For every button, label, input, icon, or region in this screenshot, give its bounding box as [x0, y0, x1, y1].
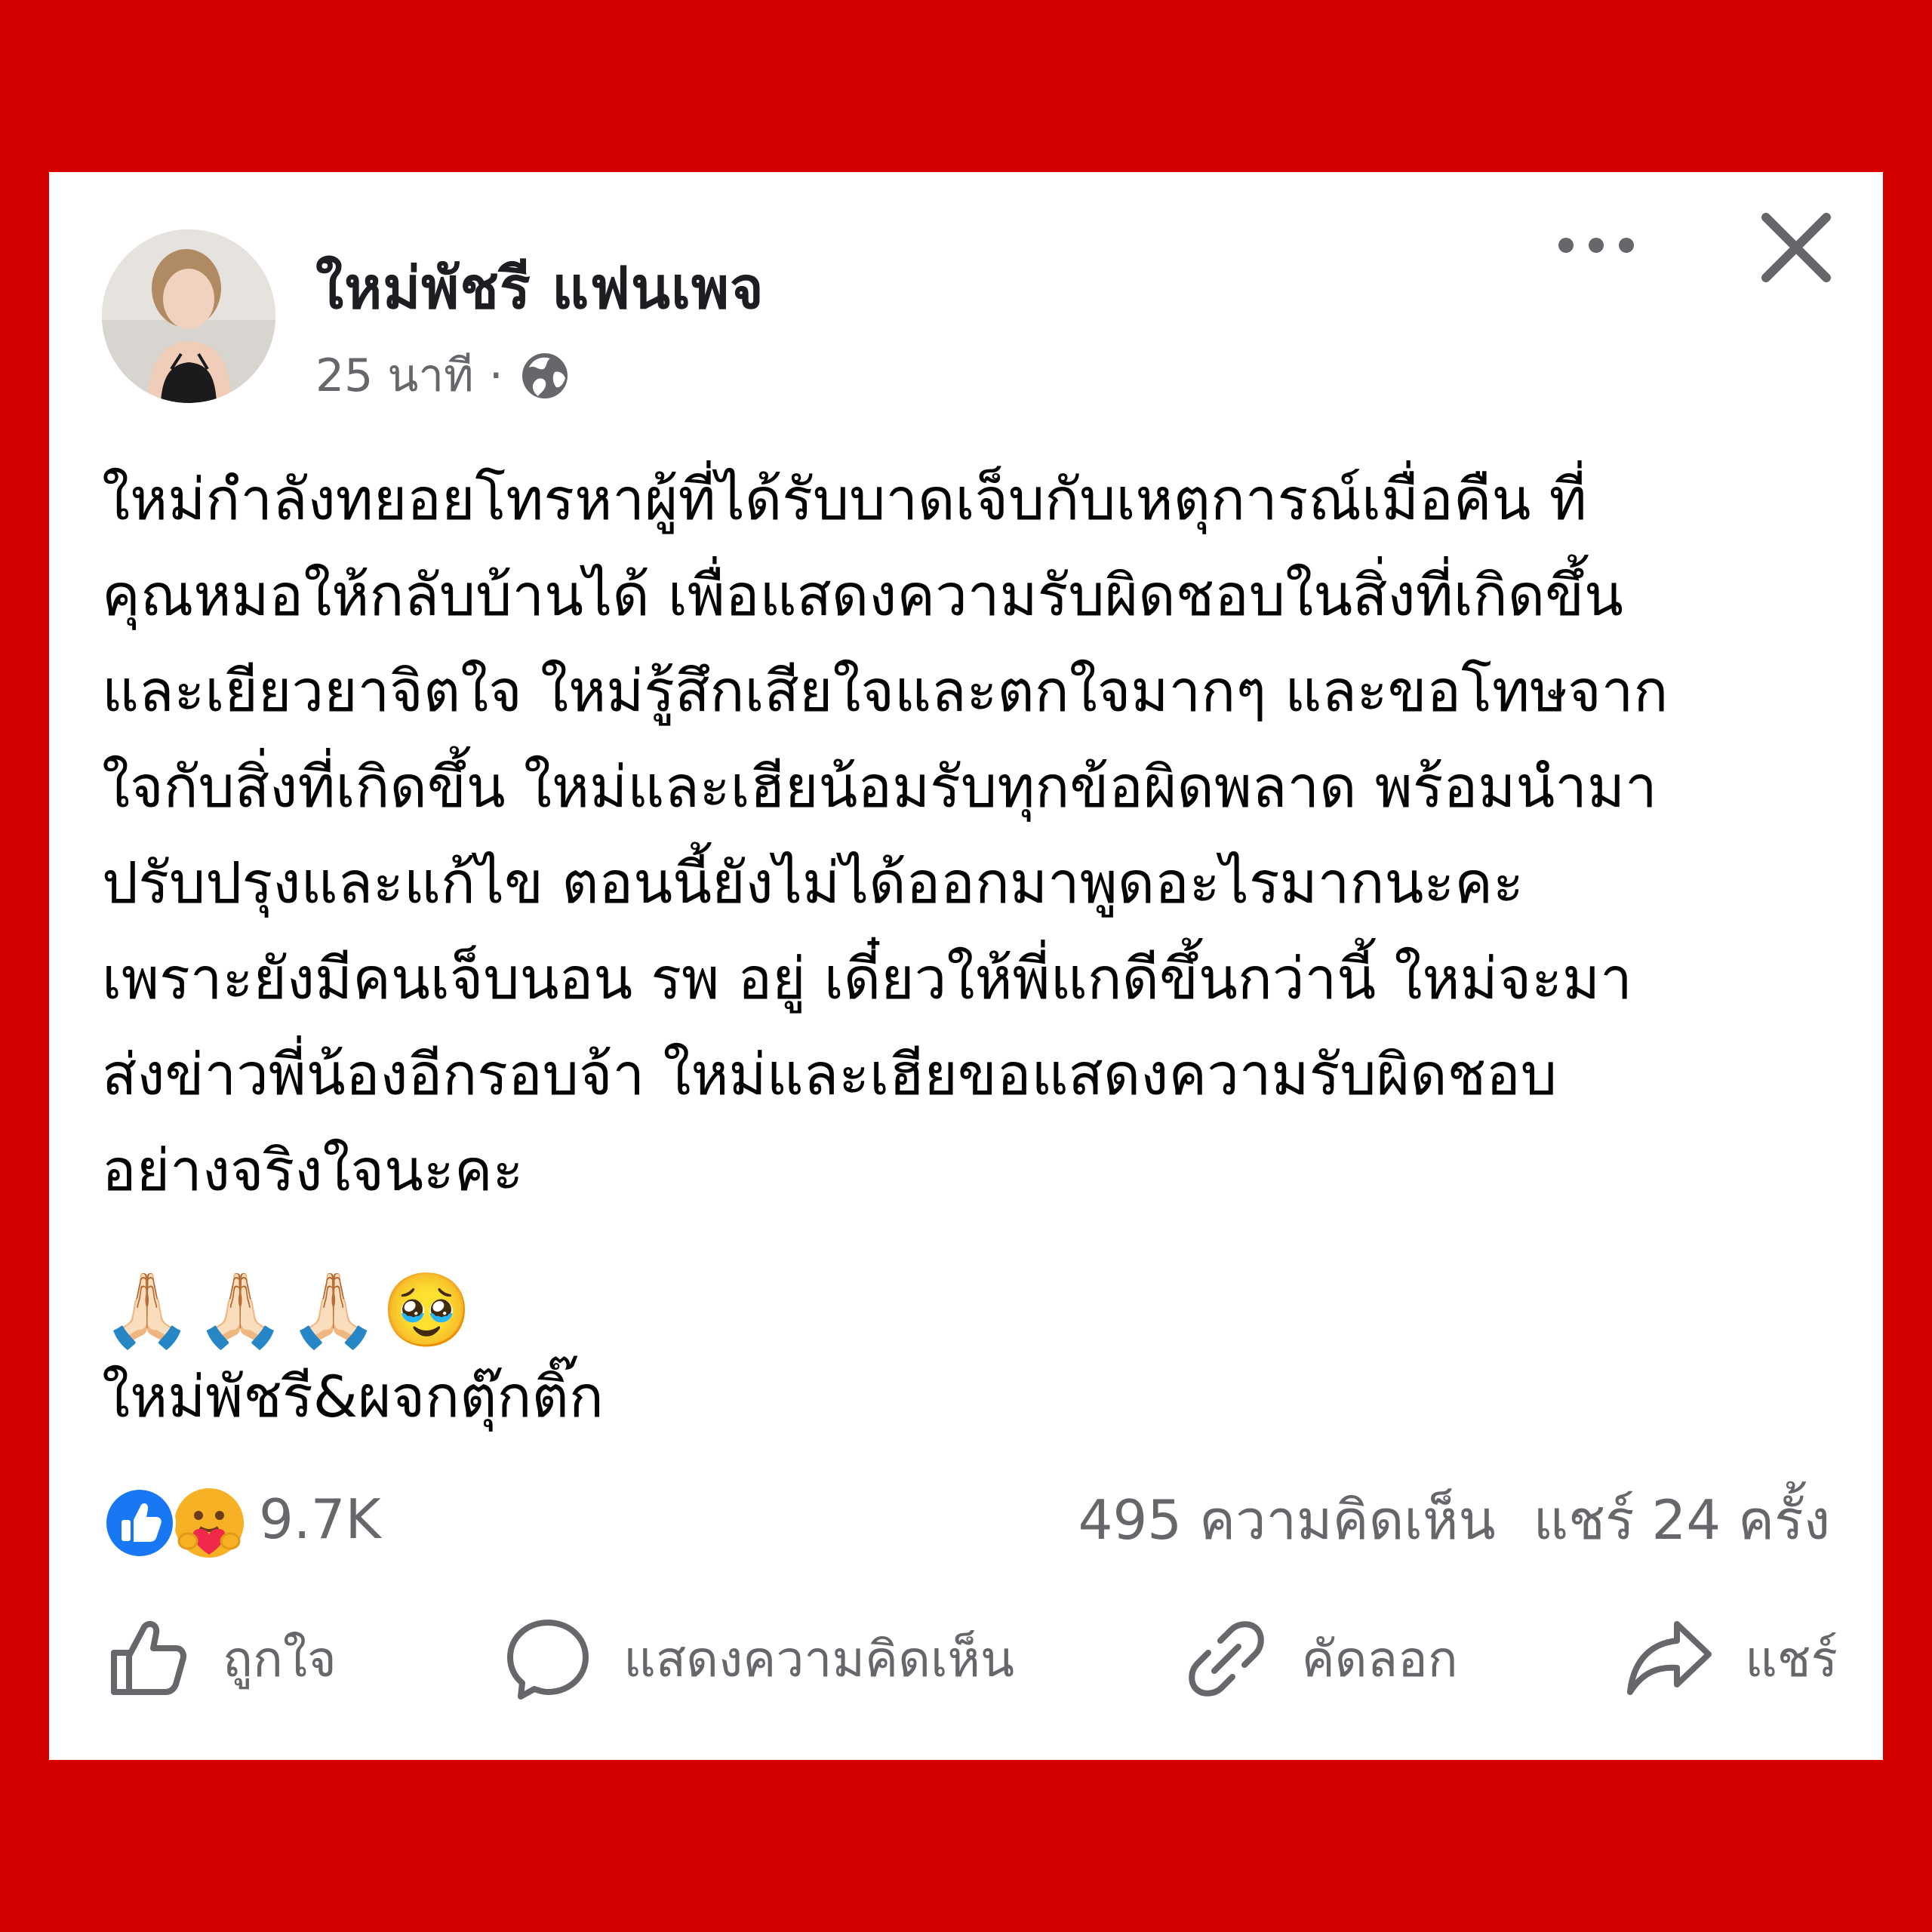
thumbs-up-icon — [111, 1620, 186, 1695]
post-emojis: 🙏🏻🙏🏻🙏🏻🥹 — [102, 1268, 475, 1352]
post-meta: 25 นาที · — [315, 340, 571, 411]
avatar[interactable] — [102, 229, 275, 403]
care-reaction-icon — [174, 1488, 244, 1558]
action-bar: ถูกใจ แสดงความคิดเห็น คัดลอก แชร์ — [102, 1610, 1838, 1708]
post-signature: ใหม่พัชรี&ผจกตุ๊กติ๊ก — [102, 1363, 604, 1430]
like-button[interactable]: ถูกใจ — [102, 1614, 337, 1704]
post-body: ใหม่กำลังทยอยโทรหาผู้ที่ได้รับบาดเจ็บกับ… — [102, 466, 1669, 1204]
reaction-summary[interactable]: 9.7K — [102, 1478, 381, 1561]
post-card: ใหม่พัชรี แฟนเพจ 25 นาที · ใหม่กำลังทยอย… — [49, 172, 1883, 1760]
comment-icon — [507, 1620, 589, 1700]
share-button[interactable]: แชร์ — [1624, 1614, 1838, 1704]
engagement-stats: 495 ความคิดเห็น แชร์ 24 ครั้ง — [1078, 1478, 1830, 1561]
share-arrow-icon — [1627, 1621, 1712, 1695]
page-name[interactable]: ใหม่พัชรี แฟนเพจ — [315, 243, 764, 334]
comment-label: แสดงความคิดเห็น — [623, 1629, 1015, 1688]
like-label: ถูกใจ — [223, 1629, 337, 1688]
share-label: แชร์ — [1745, 1629, 1838, 1688]
copy-label: คัดลอก — [1301, 1629, 1458, 1688]
reaction-count: 9.7K — [259, 1487, 381, 1551]
close-icon[interactable] — [1743, 195, 1849, 300]
comment-count[interactable]: 495 ความคิดเห็น — [1078, 1476, 1496, 1563]
copy-button[interactable]: คัดลอก — [1181, 1614, 1458, 1704]
more-options-icon[interactable] — [1547, 219, 1645, 272]
like-reaction-icon — [103, 1487, 176, 1559]
globe-icon — [521, 352, 568, 398]
post-time[interactable]: 25 นาที — [315, 340, 474, 411]
reaction-icons — [102, 1481, 253, 1559]
share-count[interactable]: แชร์ 24 ครั้ง — [1534, 1476, 1830, 1563]
link-icon — [1188, 1621, 1264, 1697]
meta-separator: · — [488, 349, 503, 402]
comment-button[interactable]: แสดงความคิดเห็น — [503, 1614, 1014, 1704]
